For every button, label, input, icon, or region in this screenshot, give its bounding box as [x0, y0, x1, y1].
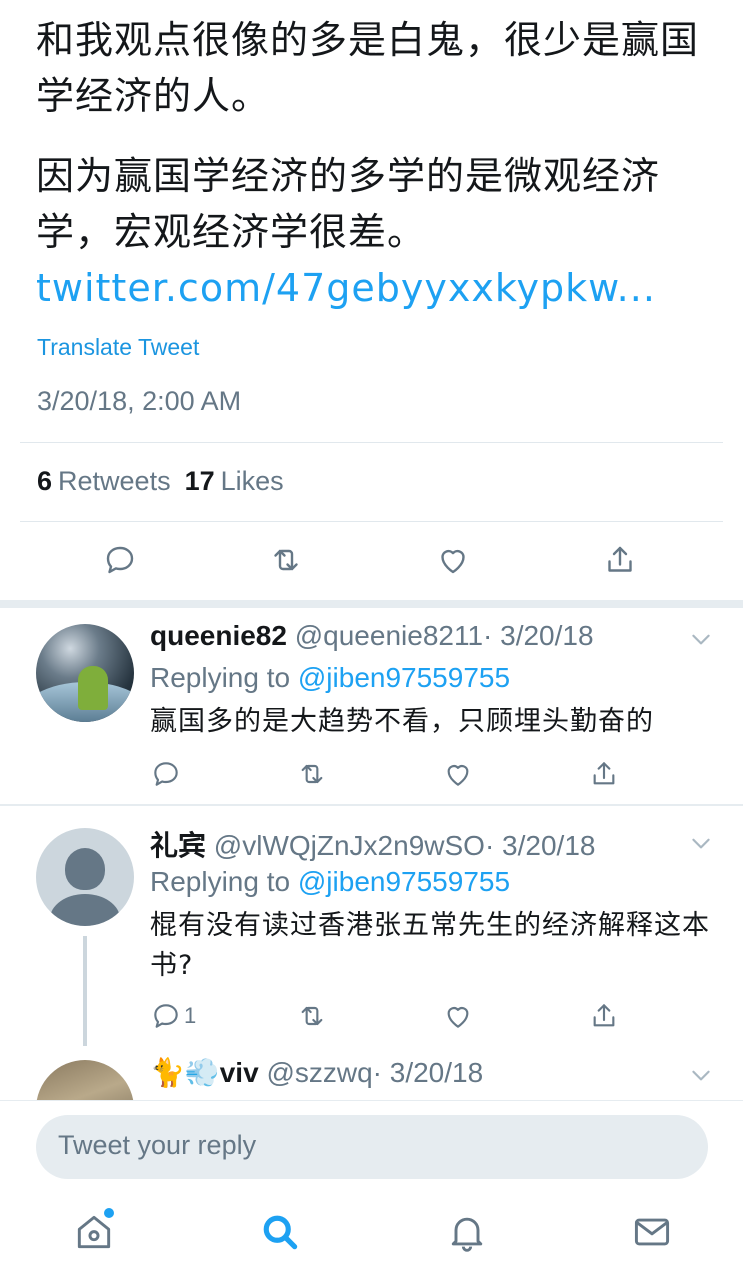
like-label: Likes: [220, 466, 284, 496]
reply-button[interactable]: [102, 540, 142, 580]
reply-tweet[interactable]: queenie82 @queenie8211· 3/20/18 Replying…: [0, 608, 743, 804]
display-name[interactable]: 礼宾: [150, 830, 206, 861]
reply-icon: [154, 762, 178, 786]
tweet-stats: 6 Retweets 17 Likes: [37, 466, 284, 497]
avatar[interactable]: [36, 828, 134, 926]
reply-icon: [106, 546, 134, 574]
retweet-label: Retweets: [58, 466, 171, 496]
avatar[interactable]: [36, 1060, 134, 1100]
section-separator: [0, 600, 743, 608]
reply-time: · 3/20/18: [484, 830, 596, 861]
thread-connector: [83, 936, 87, 1046]
reply-header: 礼宾 @vlWQjZnJx2n9wSO· 3/20/18: [150, 824, 595, 864]
user-handle[interactable]: @szzwq: [266, 1057, 372, 1088]
avatar[interactable]: [36, 624, 134, 722]
heart-icon: [441, 549, 465, 574]
retweet-button[interactable]: [296, 996, 336, 1036]
tweet-timestamp: 3/20/18, 2:00 AM: [37, 386, 242, 416]
mention-link[interactable]: @jiben97559755: [298, 662, 510, 693]
replying-to-label: Replying to: [150, 866, 298, 897]
mention-link[interactable]: @jiben97559755: [298, 866, 510, 897]
more-options-button[interactable]: [688, 830, 714, 856]
display-name[interactable]: 🐈💨viv: [150, 1057, 259, 1088]
tweet-text: 因为赢国学经济的多学的是微观经济学，宏观经济学很差。: [36, 154, 661, 254]
replying-to: Replying to @jiben97559755: [150, 866, 510, 898]
chevron-down-icon: [692, 1070, 710, 1081]
likes-stat[interactable]: 17 Likes: [185, 466, 284, 496]
chevron-down-icon: [692, 634, 710, 645]
user-handle[interactable]: @queenie8211: [295, 620, 483, 651]
retweet-button[interactable]: [296, 754, 336, 794]
nav-messages[interactable]: [630, 1210, 674, 1254]
retweet-button[interactable]: [268, 540, 308, 580]
share-icon: [593, 1004, 615, 1027]
reply-tweet[interactable]: 礼宾 @vlWQjZnJx2n9wSO· 3/20/18 Replying to…: [0, 806, 743, 1056]
reply-header: queenie82 @queenie8211· 3/20/18: [150, 620, 594, 652]
share-button[interactable]: [602, 540, 642, 580]
reply-button[interactable]: [150, 754, 190, 794]
translate-tweet-link[interactable]: Translate Tweet: [37, 334, 199, 361]
nav-notifications[interactable]: [445, 1210, 489, 1254]
like-button[interactable]: [442, 754, 482, 794]
replying-to: Replying to @jiben97559755: [150, 662, 510, 694]
tweet-text-paragraph-1: 和我观点很像的多是白鬼，很少是赢国学经济的人。: [36, 18, 700, 118]
tweet-text-paragraph-2: 因为赢国学经济的多学的是微观经济学，宏观经济学很差。 twitter.com/4…: [36, 148, 716, 316]
reply-count: 1: [184, 1003, 197, 1028]
more-options-button[interactable]: [688, 626, 714, 652]
retweet-icon: [301, 1006, 323, 1026]
share-icon: [608, 546, 632, 572]
mail-icon: [634, 1218, 670, 1246]
reply-text: 赢国多的是大趋势不看，只顾埋头勤奋的: [150, 706, 654, 737]
reply-time: · 3/20/18: [483, 620, 594, 651]
tweet-link[interactable]: twitter.com/47gebyyxxkypkw...: [36, 266, 656, 310]
like-button[interactable]: [435, 540, 475, 580]
reply-tweet[interactable]: 🐈💨viv @szzwq· 3/20/18: [0, 1056, 743, 1100]
replying-to-label: Replying to: [150, 662, 298, 693]
tweet-detail-screen: 和我观点很像的多是白鬼，很少是赢国学经济的人。 因为赢国学经济的多学的是微观经济…: [0, 0, 743, 1280]
chevron-down-icon: [692, 838, 710, 849]
reply-actions: 1: [0, 996, 743, 1044]
like-count: 17: [184, 466, 215, 496]
new-content-indicator: [104, 1208, 114, 1218]
share-button[interactable]: [588, 754, 628, 794]
retweet-count: 6: [37, 466, 53, 496]
reply-button[interactable]: 1: [150, 996, 210, 1036]
user-handle[interactable]: @vlWQjZnJx2n9wSO: [214, 830, 485, 861]
reply-actions: [0, 754, 743, 802]
compose-bar: Tweet your reply: [0, 1100, 743, 1192]
retweet-icon: [301, 764, 323, 784]
retweets-stat[interactable]: 6 Retweets: [37, 466, 171, 496]
reply-time: · 3/20/18: [372, 1057, 484, 1088]
retweet-icon: [274, 549, 298, 571]
divider: [20, 442, 723, 443]
nav-search[interactable]: [258, 1210, 302, 1254]
reply-text: 棍有没有读过香港张五常先生的经济解释这本书?: [150, 910, 710, 981]
display-name[interactable]: queenie82: [150, 620, 287, 651]
like-button[interactable]: [442, 996, 482, 1036]
more-options-button[interactable]: [688, 1062, 714, 1088]
bell-icon: [451, 1217, 483, 1252]
divider: [20, 521, 723, 522]
reply-input[interactable]: Tweet your reply: [36, 1115, 708, 1179]
main-tweet-actions: [0, 540, 743, 588]
reply-icon: [154, 1004, 178, 1028]
search-icon: [263, 1215, 298, 1250]
heart-icon: [447, 765, 469, 786]
bottom-nav: [0, 1192, 743, 1280]
share-icon: [593, 762, 615, 785]
heart-icon: [447, 1007, 469, 1028]
reply-header: 🐈💨viv @szzwq· 3/20/18: [150, 1056, 483, 1089]
share-button[interactable]: [588, 996, 628, 1036]
